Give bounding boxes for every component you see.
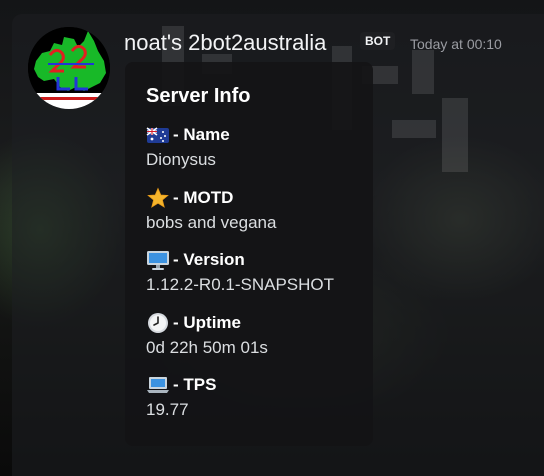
desktop-computer-icon xyxy=(146,249,170,271)
field-value: 0d 22h 50m 01s xyxy=(146,338,268,357)
field-name: - Name Dionysus xyxy=(146,124,371,170)
bot-badge: BOT xyxy=(360,32,396,50)
server-info-embed: Server Info - Name Dionysus - MOTD bobs … xyxy=(125,62,373,446)
field-label: - Version xyxy=(173,250,245,269)
clock-icon xyxy=(146,312,170,334)
backdrop-pixel xyxy=(392,120,436,138)
backdrop-pixel xyxy=(412,50,434,94)
australia-map-avatar-image xyxy=(28,27,110,109)
backdrop-pixel xyxy=(442,98,468,172)
field-uptime: - Uptime 0d 22h 50m 01s xyxy=(146,312,371,358)
field-value: bobs and vegana xyxy=(146,213,277,232)
author-name[interactable]: noat's 2bot2australia xyxy=(124,30,326,56)
field-value: 1.12.2-R0.1-SNAPSHOT xyxy=(146,275,335,294)
field-value: 19.77 xyxy=(146,400,189,419)
field-tps: - TPS 19.77 xyxy=(146,374,371,420)
field-motd: - MOTD bobs and vegana xyxy=(146,187,371,233)
embed-title: Server Info xyxy=(146,85,251,107)
star-icon xyxy=(146,187,170,209)
field-label: - Name xyxy=(173,125,230,144)
australia-flag-icon xyxy=(146,124,170,146)
field-label: - TPS xyxy=(173,375,217,394)
bot-avatar[interactable] xyxy=(28,27,110,109)
laptop-icon xyxy=(146,374,170,396)
field-label: - MOTD xyxy=(173,188,234,207)
field-version: - Version 1.12.2-R0.1-SNAPSHOT xyxy=(146,249,371,295)
field-label: - Uptime xyxy=(173,313,241,332)
message-timestamp[interactable]: Today at 00:10 xyxy=(410,36,502,52)
field-value: Dionysus xyxy=(146,150,216,169)
